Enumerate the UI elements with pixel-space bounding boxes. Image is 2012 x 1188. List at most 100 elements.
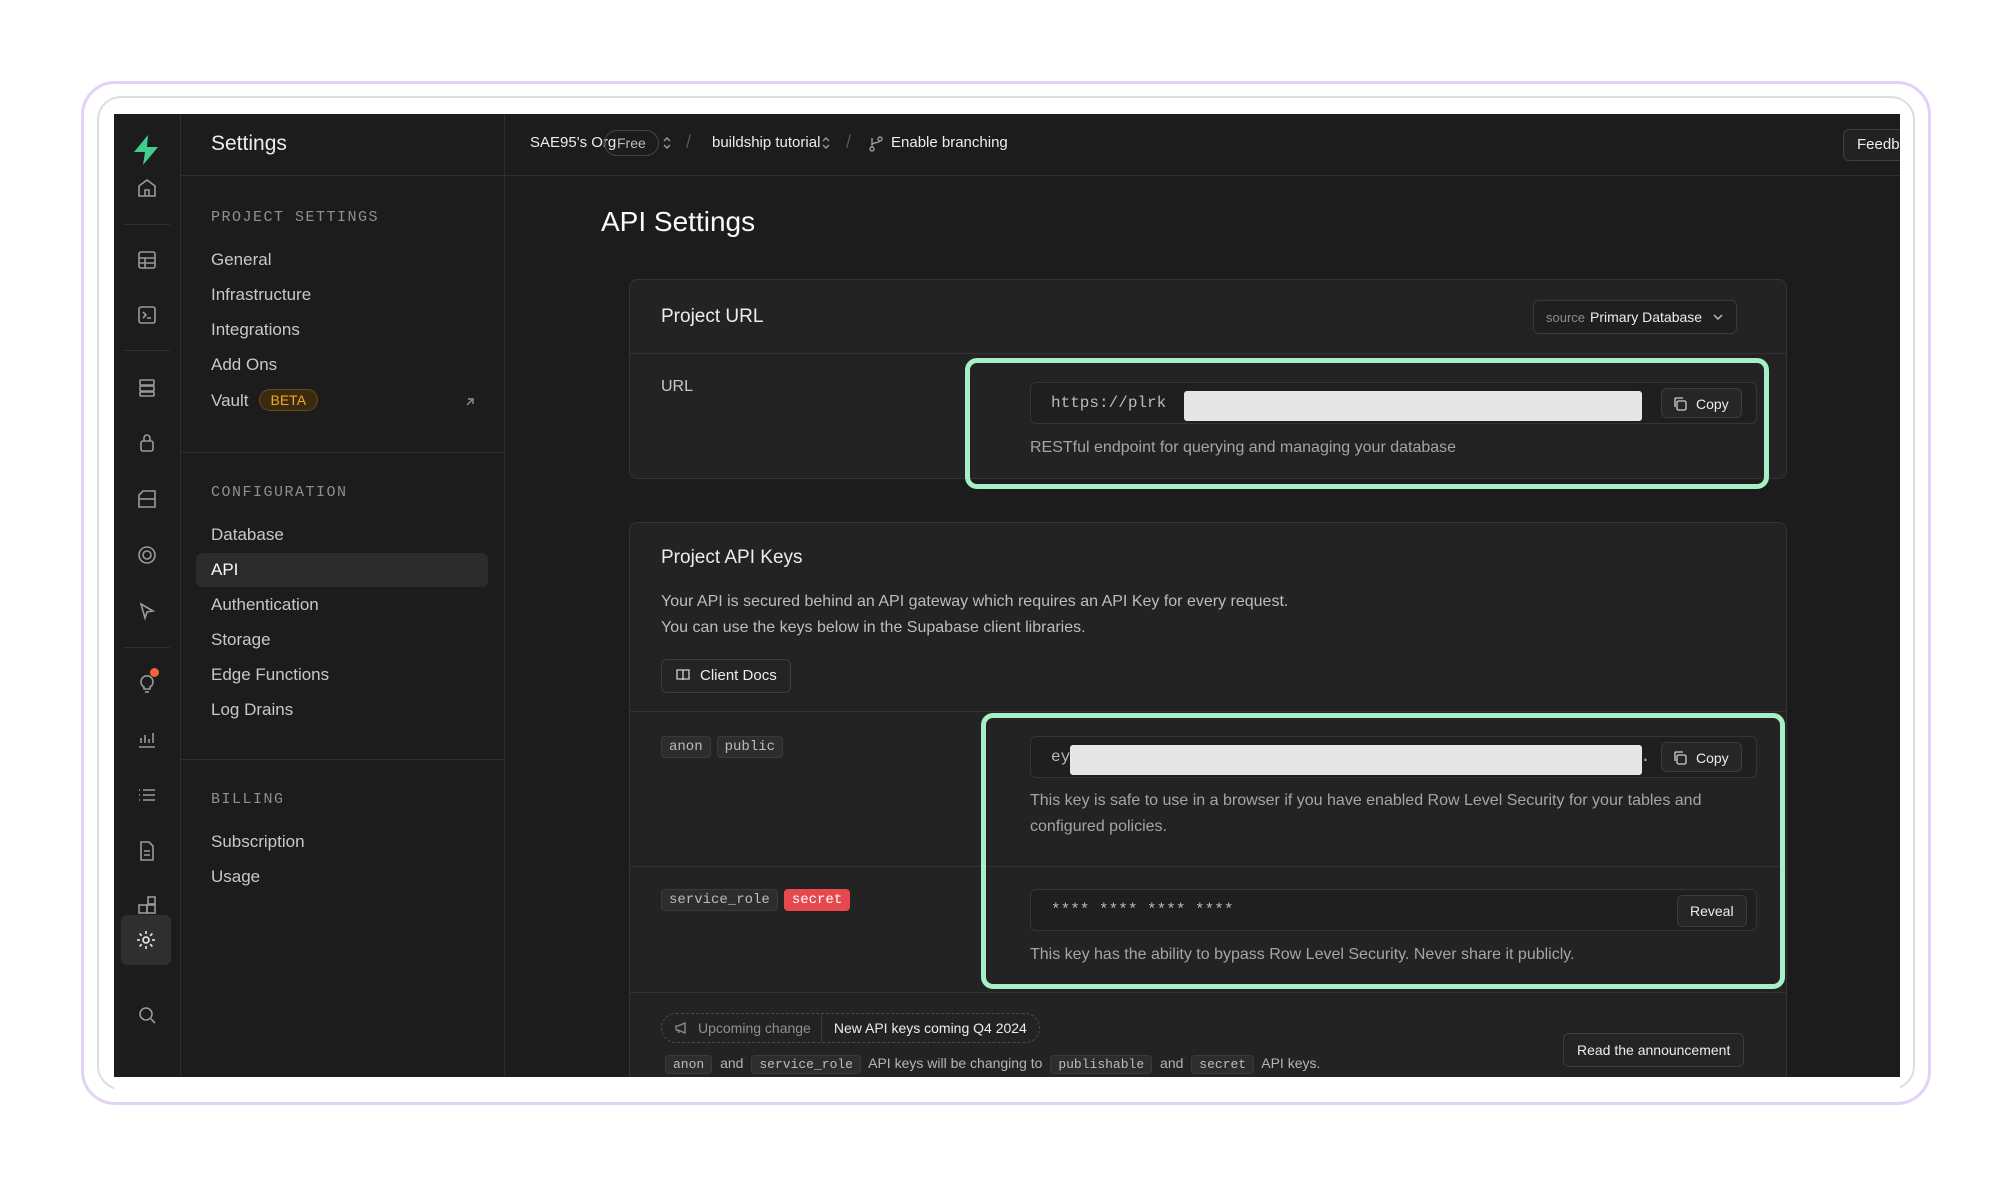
upcoming-change-label-wrap: Upcoming change [662,1020,821,1036]
org-switcher-chevrons-icon[interactable] [660,135,674,151]
rail-divider [124,647,170,648]
rail-divider [124,224,170,225]
secret-tag: secret [783,889,851,911]
reveal-button[interactable]: Reveal [1677,895,1747,927]
rail-divider [124,350,170,351]
edge-functions-icon[interactable] [130,594,164,628]
app-bottom-mask [114,1077,1900,1090]
copy-url-button[interactable]: Copy [1661,388,1742,418]
copy-icon [1674,751,1687,765]
project-url-heading: Project URL [661,306,764,327]
sidebar-item-database[interactable]: Database [211,525,284,545]
sidebar-item-vault[interactable]: Vault BETA [211,389,319,411]
service-role-description: This key has the ability to bypass Row L… [1030,946,1575,963]
logs-list-icon[interactable] [130,778,164,812]
enable-branching-button[interactable]: Enable branching [891,134,1008,151]
upcoming-change-headline: New API keys coming Q4 2024 [820,1014,1039,1042]
top-bar: SAE95's Org Free / buildship tutorial / … [504,114,1900,176]
supabase-logo-icon[interactable] [128,132,164,168]
book-icon [676,669,690,681]
table-editor-icon[interactable] [130,243,164,277]
redaction-bar [1184,391,1642,421]
sidebar-item-edge-functions[interactable]: Edge Functions [211,665,329,685]
upcoming-change-pill: Upcoming change New API keys coming Q4 2… [661,1013,1040,1043]
chevron-down-icon [1713,314,1723,321]
url-description: RESTful endpoint for querying and managi… [1030,439,1457,456]
sidebar-header-divider [180,175,504,176]
note-mid-text: API keys will be changing to [868,1055,1043,1071]
page-title: API Settings [601,206,756,237]
copy-label: Copy [1696,750,1729,766]
copy-icon [1674,397,1687,411]
auth-lock-icon[interactable] [130,426,164,460]
anon-key-description: This key is safe to use in a browser if … [1030,792,1702,835]
anon-key-tags: anon public [661,736,789,758]
sidebar-item-log-drains[interactable]: Log Drains [211,700,293,720]
card-divider [630,353,1786,354]
sql-editor-icon[interactable] [130,298,164,332]
feedback-button[interactable]: Feedback [1843,129,1900,161]
project-url-input[interactable]: https://plrk Copy [1030,382,1757,424]
source-value: Primary Database [1590,309,1703,325]
section-heading-project-settings: PROJECT SETTINGS [211,209,380,226]
public-tag: public [716,736,784,758]
upcoming-change-note: anon and service_role API keys will be c… [661,1055,1320,1074]
breadcrumb-separator: / [686,132,692,152]
storage-icon[interactable] [130,482,164,516]
sidebar-item-add-ons[interactable]: Add Ons [211,355,277,375]
redaction-bar [1070,745,1642,775]
card-divider [630,992,1786,993]
note-and-2: and [1160,1055,1184,1071]
sidebar-divider [180,452,504,453]
sidebar-item-infrastructure[interactable]: Infrastructure [211,285,311,305]
reports-chart-icon[interactable] [130,722,164,756]
realtime-icon[interactable] [130,538,164,572]
api-keys-intro-line-1: Your API is secured behind an API gatewa… [661,593,1289,610]
sidebar-item-integrations[interactable]: Integrations [211,320,300,340]
copy-label: Copy [1696,396,1729,412]
notification-dot [150,668,159,677]
breadcrumb-separator: / [846,132,852,152]
sidebar-item-usage[interactable]: Usage [211,867,260,887]
client-docs-button[interactable]: Client Docs [661,659,791,693]
project-name[interactable]: buildship tutorial [712,134,820,151]
sidebar-item-authentication[interactable]: Authentication [211,595,319,615]
section-heading-billing: BILLING [211,791,285,808]
sidebar-divider [180,759,504,760]
external-link-icon [466,398,474,406]
source-dropdown[interactable]: source Primary Database [1533,300,1738,334]
sidebar-item-storage[interactable]: Storage [211,630,271,650]
settings-gear-icon[interactable] [121,915,171,965]
database-icon[interactable] [130,371,164,405]
sidebar-item-general[interactable]: General [211,250,271,270]
settings-sidebar: Settings PROJECT SETTINGS General Infras… [180,114,505,1077]
service-role-key-input[interactable]: **** **** **** **** Reveal [1030,889,1757,931]
source-label: source [1546,310,1586,325]
anon-key-input[interactable]: ey z. Copy [1030,736,1757,778]
project-api-keys-card: Project API Keys Your API is secured beh… [629,522,1787,1082]
copy-anon-key-button[interactable]: Copy [1661,742,1742,772]
project-switcher-chevrons-icon[interactable] [819,135,833,151]
beta-badge: BETA [258,389,319,411]
upcoming-change-label: Upcoming change [698,1020,811,1036]
note-anon-tag: anon [665,1055,713,1074]
home-icon[interactable] [130,171,164,205]
project-url-card: Project URL source Primary Database URL h… [629,279,1787,479]
api-docs-icon[interactable] [130,834,164,868]
service-role-masked-value: **** **** **** **** [1051,901,1234,919]
anon-key-prefix: ey [1051,748,1071,766]
project-url-value: https://plrk [1051,394,1167,412]
megaphone-icon [675,1022,686,1034]
note-and-1: and [720,1055,744,1071]
icon-rail [114,114,181,1077]
sidebar-title: Settings [211,132,287,155]
git-branch-icon [869,136,883,152]
sidebar-item-api[interactable]: API [211,560,238,580]
sidebar-active-highlight [196,553,488,587]
section-heading-configuration: CONFIGURATION [211,484,348,501]
note-publishable-tag: publishable [1050,1055,1153,1074]
sidebar-item-subscription[interactable]: Subscription [211,832,305,852]
plan-badge: Free [604,130,659,156]
search-icon[interactable] [130,998,164,1032]
read-announcement-button[interactable]: Read the announcement [1563,1033,1745,1067]
